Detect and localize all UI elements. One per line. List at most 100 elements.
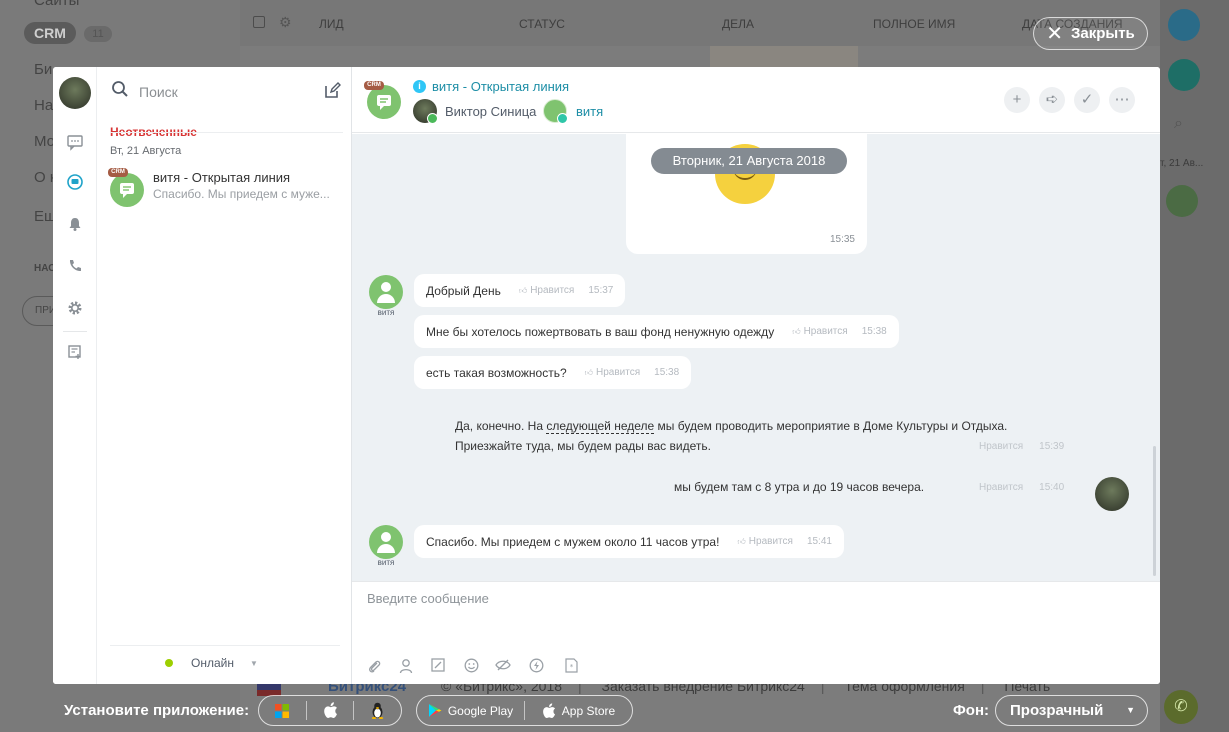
windows-app-button[interactable] bbox=[259, 696, 306, 725]
desktop-apps-group bbox=[258, 695, 402, 726]
openlines-icon[interactable] bbox=[65, 173, 85, 193]
message-time: 15:41 bbox=[806, 536, 832, 547]
phone-call-button[interactable]: ✆ bbox=[1164, 690, 1198, 724]
like-button[interactable]: Нравится bbox=[979, 441, 1023, 452]
client-name[interactable]: витя bbox=[576, 104, 603, 119]
message-time: 15:39 bbox=[1039, 441, 1065, 452]
message-time: 15:38 bbox=[861, 326, 887, 337]
client-message-avatar[interactable] bbox=[369, 525, 403, 559]
bg-cell bbox=[710, 46, 858, 68]
date-link[interactable]: следующей неделе bbox=[546, 419, 655, 434]
bg-menu-item: На bbox=[34, 97, 54, 114]
client-message-avatar[interactable] bbox=[369, 275, 403, 309]
recent-chat-item[interactable]: CRM витя - Открытая линия Спасибо. Мы пр… bbox=[108, 167, 348, 207]
chat-icon[interactable] bbox=[65, 133, 85, 153]
linux-app-button[interactable] bbox=[354, 696, 401, 725]
bg-crm-count: 11 bbox=[84, 26, 112, 42]
notes-icon[interactable] bbox=[65, 344, 85, 364]
search-icon: ⌕ bbox=[1174, 115, 1183, 132]
openline-avatar bbox=[367, 85, 401, 119]
background-label: Фон: bbox=[953, 702, 990, 719]
hidden-eye-icon[interactable] bbox=[495, 658, 511, 674]
form-icon[interactable]: * bbox=[563, 658, 579, 674]
recent-item-preview: Спасибо. Мы приедем с муже... bbox=[153, 187, 330, 201]
search-input[interactable]: Поиск bbox=[111, 81, 341, 103]
thumbs-up-icon: 👍︎ bbox=[518, 286, 528, 295]
linux-icon bbox=[371, 702, 384, 719]
status-divider bbox=[110, 645, 340, 646]
bell-icon bbox=[1168, 9, 1200, 41]
add-user-button[interactable]: + bbox=[1004, 87, 1030, 113]
settings-gear-icon[interactable] bbox=[65, 300, 85, 320]
recent-item-title: витя - Открытая линия bbox=[153, 170, 291, 185]
smile-icon[interactable] bbox=[463, 658, 479, 674]
google-play-button[interactable]: Google Play bbox=[417, 696, 524, 725]
info-icon[interactable]: i bbox=[413, 80, 426, 93]
bg-menu-item: Сайты bbox=[34, 0, 80, 9]
like-button[interactable]: Нравится bbox=[979, 482, 1023, 493]
message-text: Мне бы хотелось пожертвовать в ваш фонд … bbox=[426, 324, 775, 339]
app-store-button[interactable]: App Store bbox=[525, 696, 632, 725]
like-button[interactable]: 👍︎ Нравится bbox=[792, 326, 848, 337]
message-time: 15:37 bbox=[588, 285, 614, 296]
openline-avatar bbox=[110, 173, 144, 207]
bell-icon[interactable] bbox=[65, 216, 85, 236]
message-text: есть такая возможность? bbox=[426, 365, 567, 380]
app-store-label: App Store bbox=[561, 703, 616, 718]
openlines-icon bbox=[1168, 59, 1200, 91]
message-text: Добрый День bbox=[426, 283, 501, 298]
background-select-value: Прозрачный bbox=[1010, 702, 1104, 719]
thumbs-up-icon: 👍︎ bbox=[737, 537, 746, 546]
quick-answer-icon[interactable] bbox=[430, 658, 446, 674]
user-icon[interactable] bbox=[398, 658, 414, 674]
background-select[interactable]: Прозрачный ▼ bbox=[995, 695, 1148, 726]
message-bubble: Добрый День 👍︎ Нравится 15:37 bbox=[414, 274, 626, 307]
lightning-icon[interactable] bbox=[528, 658, 544, 674]
paperclip-icon[interactable] bbox=[366, 658, 382, 674]
message-composer[interactable]: Введите сообщение * bbox=[352, 581, 1160, 684]
finish-button[interactable]: ✓ bbox=[1074, 87, 1100, 113]
operator-name[interactable]: Виктор Синица bbox=[445, 104, 536, 119]
scrollbar[interactable] bbox=[1153, 446, 1156, 576]
compose-icon[interactable] bbox=[323, 81, 341, 99]
chevron-down-icon: ▼ bbox=[1126, 705, 1135, 715]
chat-panel: CRM i витя - Открытая линия Виктор Синиц… bbox=[352, 67, 1160, 684]
operator-message-avatar[interactable] bbox=[1095, 477, 1129, 511]
thumbs-up-icon: 👍︎ bbox=[792, 327, 801, 336]
outgoing-message-text: Приезжайте туда, мы будем рады вас видет… bbox=[455, 439, 711, 453]
message-bubble: Спасибо. Мы приедем с мужем около 11 час… bbox=[414, 525, 844, 558]
bg-col-header: СТАТУС bbox=[519, 17, 565, 31]
status-selector[interactable]: Онлайн ▼ bbox=[165, 656, 258, 670]
background-right-bar: ⌕ т, 21 Ав... bbox=[1160, 0, 1229, 732]
message-bubble: Мне бы хотелось пожертвовать в ваш фонд … bbox=[414, 315, 899, 348]
status-label: Онлайн bbox=[191, 656, 234, 670]
chat-title[interactable]: витя - Открытая линия bbox=[432, 79, 569, 94]
close-button[interactable]: ✕ Закрыть bbox=[1033, 17, 1148, 50]
more-menu-button[interactable]: ⋯ bbox=[1109, 87, 1135, 113]
phone-icon[interactable] bbox=[65, 258, 85, 278]
crm-badge: CRM bbox=[364, 81, 384, 90]
online-dot-icon bbox=[165, 659, 173, 667]
transfer-button[interactable]: ➪ bbox=[1039, 87, 1065, 113]
bg-col-header: ПОЛНОЕ ИМЯ bbox=[873, 17, 956, 31]
like-button[interactable]: 👍︎ Нравится bbox=[737, 536, 793, 547]
message-meta: Нравится 15:39 bbox=[979, 441, 1064, 452]
nav-divider bbox=[63, 331, 87, 332]
bg-col-header: ЛИД bbox=[319, 17, 344, 31]
message-text: Спасибо. Мы приедем с мужем около 11 час… bbox=[426, 534, 720, 549]
mobile-apps-group: Google Play App Store bbox=[416, 695, 633, 726]
author-name: витя bbox=[377, 308, 395, 317]
recent-list-panel: Поиск Неотвеченные Вт, 21 Августа CRM ви… bbox=[97, 67, 352, 684]
recent-date-label: Вт, 21 Августа bbox=[110, 145, 182, 157]
thumbs-up-icon: 👍︎ bbox=[584, 368, 594, 377]
user-avatar[interactable] bbox=[59, 77, 91, 109]
like-button[interactable]: 👍︎ Нравится bbox=[519, 285, 575, 296]
message-bubble: есть такая возможность? 👍︎ Нравится 15:38 bbox=[414, 356, 692, 389]
like-button[interactable]: 👍︎ Нравится bbox=[585, 367, 641, 378]
gear-icon: ⚙ bbox=[279, 14, 292, 30]
chat-header: CRM i витя - Открытая линия Виктор Синиц… bbox=[352, 67, 1160, 133]
message-list[interactable]: 15:35 Вторник, 21 Августа 2018 витя Добр… bbox=[352, 134, 1160, 581]
bg-table-header: ⚙ ЛИД СТАТУС ДЕЛА ПОЛНОЕ ИМЯ ДАТА СОЗДАН… bbox=[240, 0, 1160, 46]
mac-app-button[interactable] bbox=[307, 696, 354, 725]
apple-icon bbox=[542, 702, 555, 718]
